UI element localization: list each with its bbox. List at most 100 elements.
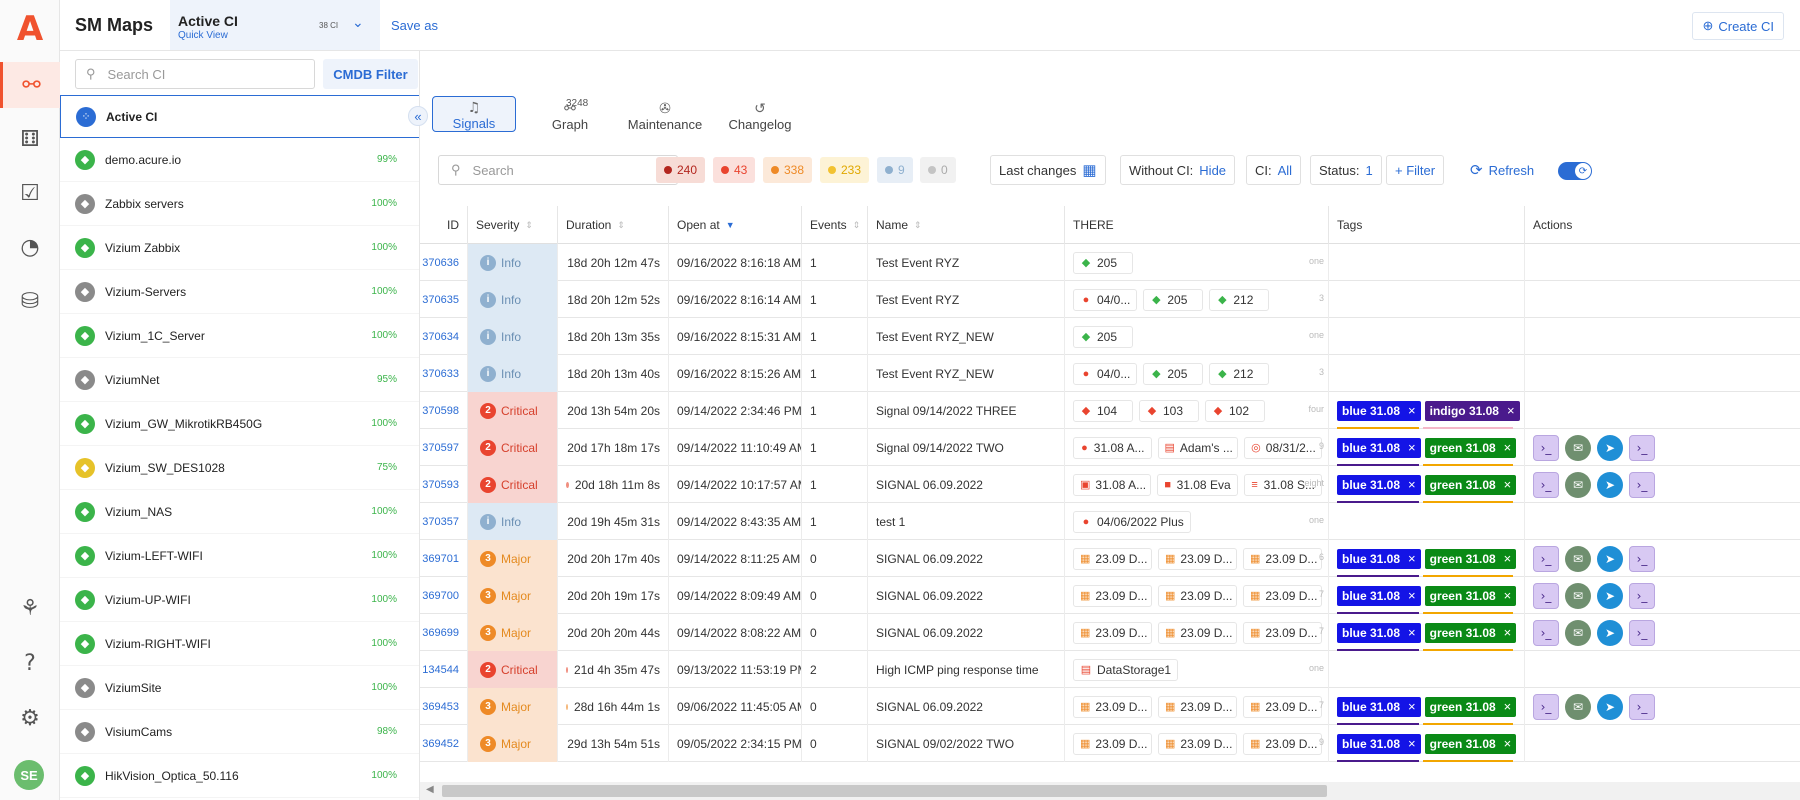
- chevron-down-icon[interactable]: ⌄: [352, 14, 364, 31]
- remove-tag-icon[interactable]: ×: [1504, 477, 1512, 492]
- tag-chip[interactable]: blue 31.08 ×: [1337, 474, 1421, 495]
- ci-chip[interactable]: ◆ 205: [1143, 362, 1204, 385]
- remove-tag-icon[interactable]: ×: [1504, 588, 1512, 603]
- ci-chip[interactable]: ◆ 212: [1209, 362, 1270, 385]
- telegram-icon[interactable]: ➤: [1597, 471, 1623, 498]
- ci-list-item[interactable]: ◆ Vizium Zabbix 100%: [60, 226, 419, 270]
- signal-id-link[interactable]: 370634: [422, 331, 459, 343]
- signal-id-link[interactable]: 370633: [422, 368, 459, 380]
- status-filter[interactable]: Status: 1: [1310, 155, 1382, 185]
- telegram-icon[interactable]: ➤: [1597, 434, 1623, 461]
- column-header-severity[interactable]: Severity ⇕: [468, 206, 558, 244]
- remove-tag-icon[interactable]: ×: [1504, 551, 1512, 566]
- ci-chip[interactable]: ▦ 23.09 D...: [1243, 584, 1322, 607]
- column-header-id[interactable]: ID: [420, 206, 468, 244]
- signal-id-link[interactable]: 369699: [422, 627, 459, 639]
- ci-chip[interactable]: ● 04/0...: [1073, 362, 1138, 385]
- signal-search-input[interactable]: ⚲ Search: [438, 155, 678, 185]
- signal-id-link[interactable]: 369700: [422, 590, 459, 602]
- ci-chip[interactable]: ▦ 23.09 D...: [1073, 547, 1152, 570]
- signal-id-link[interactable]: 370598: [422, 405, 459, 417]
- table-row[interactable]: 370633 i Info 18d 20h 13m 40s 09/16/2022 8:1…: [420, 355, 1800, 392]
- view-selector[interactable]: Active CI Quick View 38 CI ⌄: [170, 0, 380, 50]
- tag-chip[interactable]: blue 31.08 ×: [1337, 548, 1421, 569]
- severity-count-chip[interactable]: 43: [713, 157, 756, 183]
- tag-chip[interactable]: blue 31.08 ×: [1337, 437, 1421, 458]
- ci-list-item[interactable]: ◆ ViziumNet 95%: [60, 358, 419, 402]
- tab-maintenance[interactable]: ✇ Maintenance: [620, 96, 710, 132]
- avatar[interactable]: SE: [14, 760, 44, 790]
- scroll-left-icon[interactable]: ◀: [426, 784, 434, 795]
- ci-chip[interactable]: ● 31.08 A...: [1073, 436, 1152, 459]
- remove-tag-icon[interactable]: ×: [1504, 440, 1512, 455]
- mail-icon[interactable]: ✉: [1565, 619, 1591, 646]
- column-header-duration[interactable]: Duration ⇕: [558, 206, 669, 244]
- ci-list-item[interactable]: ◆ Vizium_SW_DES1028 75%: [60, 446, 419, 490]
- terminal-icon[interactable]: ›_: [1629, 471, 1655, 498]
- ci-list-item[interactable]: ◆ VisiumCams 98%: [60, 710, 419, 754]
- telegram-icon[interactable]: ➤: [1597, 693, 1623, 720]
- ci-chip[interactable]: ◆ 102: [1205, 399, 1265, 422]
- ci-chip[interactable]: ▦ 23.09 D...: [1158, 584, 1237, 607]
- save-as-link[interactable]: Save as: [391, 18, 438, 33]
- tag-chip[interactable]: blue 31.08 ×: [1337, 696, 1421, 717]
- sort-icon[interactable]: ⇕: [617, 220, 625, 231]
- create-ci-button[interactable]: ⊕ Create CI: [1692, 12, 1784, 40]
- signal-id-link[interactable]: 370593: [422, 479, 459, 491]
- tag-chip[interactable]: green 31.08 ×: [1424, 474, 1517, 495]
- settings-icon[interactable]: ⚙: [0, 695, 60, 741]
- topology-icon[interactable]: ⚘: [0, 585, 60, 631]
- remove-tag-icon[interactable]: ×: [1504, 625, 1512, 640]
- ci-chip[interactable]: ▦ 23.09 D...: [1243, 621, 1322, 644]
- terminal-icon[interactable]: ›_: [1533, 582, 1559, 609]
- table-row[interactable]: 134544 2 Critical 21d 4h 35m 47s 09/13/2022 …: [420, 651, 1800, 688]
- remove-tag-icon[interactable]: ×: [1408, 551, 1416, 566]
- signal-id-link[interactable]: 134544: [422, 664, 459, 676]
- terminal-icon[interactable]: ›_: [1533, 545, 1559, 572]
- terminal-icon[interactable]: ›_: [1629, 434, 1655, 461]
- sort-icon[interactable]: ▼: [726, 220, 735, 230]
- table-row[interactable]: 369700 3 Major 20d 20h 19m 17s 09/14/2022 8:…: [420, 577, 1800, 614]
- table-row[interactable]: 370598 2 Critical 20d 13h 54m 20s 09/14/2022…: [420, 392, 1800, 429]
- signal-id-link[interactable]: 369701: [422, 553, 459, 565]
- tag-chip[interactable]: green 31.08 ×: [1424, 548, 1517, 569]
- ci-chip[interactable]: ▣ 31.08 A...: [1073, 473, 1151, 496]
- ci-chip[interactable]: ▦ 23.09 D...: [1073, 621, 1152, 644]
- sort-icon[interactable]: ⇕: [914, 220, 922, 231]
- telegram-icon[interactable]: ➤: [1597, 619, 1623, 646]
- terminal-icon[interactable]: ›_: [1629, 582, 1655, 609]
- ci-chip[interactable]: ● 04/06/2022 Plus: [1073, 510, 1191, 533]
- remove-tag-icon[interactable]: ×: [1504, 699, 1512, 714]
- severity-count-chip[interactable]: 0: [920, 157, 956, 183]
- tag-chip[interactable]: green 31.08 ×: [1424, 696, 1517, 717]
- ci-chip[interactable]: ▦ 23.09 D...: [1158, 547, 1237, 570]
- ci-chip[interactable]: ▦ 23.09 D...: [1073, 584, 1152, 607]
- without-ci-filter[interactable]: Without CI: Hide: [1120, 155, 1236, 185]
- remove-tag-icon[interactable]: ×: [1408, 477, 1416, 492]
- mail-icon[interactable]: ✉: [1565, 693, 1591, 720]
- ci-list-item[interactable]: ◆ HikVision_Optica_50.116 100%: [60, 754, 419, 798]
- ci-chip[interactable]: ◎ 08/31/2...: [1244, 436, 1323, 459]
- mail-icon[interactable]: ✉: [1565, 582, 1591, 609]
- ci-chip[interactable]: ● 04/0...: [1073, 288, 1138, 311]
- telegram-icon[interactable]: ➤: [1597, 582, 1623, 609]
- telegram-icon[interactable]: ➤: [1597, 545, 1623, 572]
- column-header-actions[interactable]: Actions: [1525, 206, 1800, 244]
- ci-chip[interactable]: ▦ 23.09 D...: [1073, 695, 1152, 718]
- ci-chip[interactable]: ▦ 23.09 D...: [1158, 621, 1237, 644]
- tag-chip[interactable]: green 31.08 ×: [1424, 437, 1517, 458]
- mail-icon[interactable]: ✉: [1565, 434, 1591, 461]
- ci-chip[interactable]: ▦ 23.09 D...: [1243, 547, 1322, 570]
- ci-chip[interactable]: ▦ 23.09 D...: [1243, 732, 1322, 755]
- horizontal-scrollbar[interactable]: ◀: [420, 782, 1800, 800]
- ci-list-item[interactable]: ◆ Vizium_1C_Server 100%: [60, 314, 419, 358]
- tag-chip[interactable]: blue 31.08 ×: [1337, 585, 1421, 606]
- sort-icon[interactable]: ⇕: [525, 220, 533, 231]
- column-header-there[interactable]: THERE: [1065, 206, 1329, 244]
- help-icon[interactable]: ?: [0, 640, 60, 686]
- ci-list-item[interactable]: ◆ Vizium-LEFT-WIFI 100%: [60, 534, 419, 578]
- tag-chip[interactable]: indigo 31.08 ×: [1424, 400, 1520, 421]
- table-row[interactable]: 370634 i Info 18d 20h 13m 35s 09/16/2022 8:1…: [420, 318, 1800, 355]
- severity-count-chip[interactable]: 233: [820, 157, 870, 183]
- signal-id-link[interactable]: 370636: [422, 257, 459, 269]
